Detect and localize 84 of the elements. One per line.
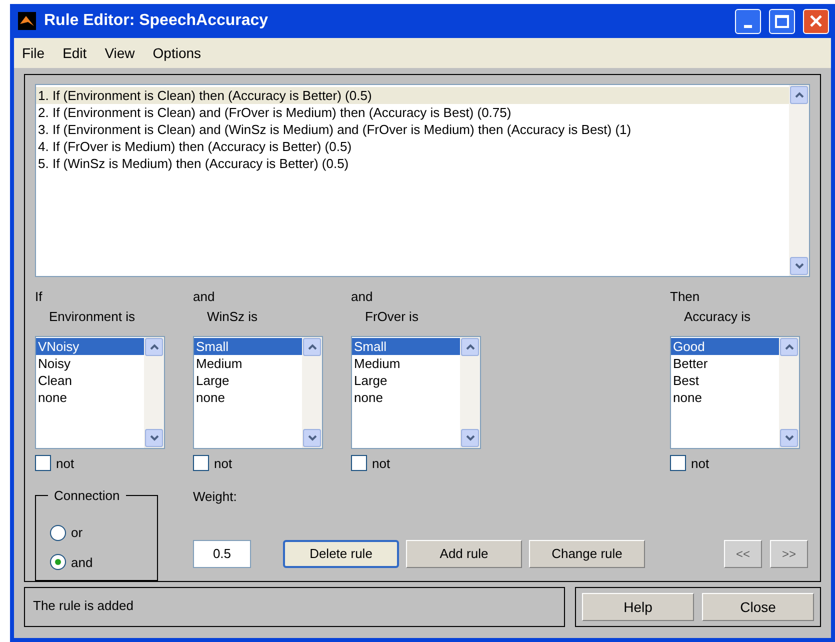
not-label: not — [691, 454, 710, 472]
caret-down-icon — [308, 434, 316, 440]
rule-action-button[interactable]: Add rule — [406, 540, 522, 568]
maximize-button[interactable] — [769, 8, 795, 34]
not-checkbox[interactable] — [35, 455, 51, 472]
caret-up-icon — [784, 344, 794, 350]
variable-label: FrOver is — [365, 308, 418, 326]
scrollbar[interactable] — [789, 85, 809, 276]
close-button[interactable] — [803, 8, 829, 34]
caret-up-icon — [150, 344, 158, 350]
listbox-option[interactable]: Clean — [36, 372, 144, 388]
menu-item[interactable]: Options — [152, 42, 202, 64]
listbox-option[interactable]: none — [352, 388, 460, 406]
connector-label: and — [351, 288, 373, 306]
listbox-option[interactable]: Best — [671, 372, 779, 388]
listbox-option[interactable]: Medium — [194, 354, 302, 372]
minimize-button[interactable] — [735, 8, 761, 34]
not-label: not — [372, 454, 390, 472]
listbox-option[interactable]: Large — [352, 372, 460, 388]
menu-item[interactable]: Edit — [62, 42, 87, 64]
weight-label: Weight: — [193, 488, 237, 506]
scrollbar[interactable] — [302, 336, 322, 448]
connector-label: If — [35, 288, 42, 306]
not-checkbox[interactable] — [193, 455, 209, 472]
rule-item[interactable]: 4. If (FrOver is Medium) then (Accuracy is Better) (0.5) — [36, 138, 789, 155]
scroll-up-button[interactable] — [145, 338, 163, 356]
scroll-down-button[interactable] — [790, 256, 808, 274]
status-text: The rule is added — [33, 598, 134, 613]
scrollbar[interactable] — [779, 336, 799, 448]
radio-button[interactable] — [50, 524, 66, 541]
rule-item[interactable]: 3. If (Environment is Clean) and (WinSz is Medium) and (FrOver is Medium) then (Accuracy is Best) (1) — [36, 121, 789, 138]
not-label: not — [214, 454, 232, 472]
listbox-option[interactable]: Small — [352, 338, 460, 354]
listbox-option[interactable]: Small — [194, 338, 302, 354]
rule-action-button[interactable]: Delete rule — [283, 540, 399, 568]
footer-button[interactable]: Close — [702, 593, 814, 621]
listbox-option[interactable]: Large — [194, 372, 302, 388]
listbox-option[interactable]: none — [671, 388, 779, 406]
not-checkbox[interactable] — [670, 455, 686, 472]
listbox-option[interactable]: VNoisy — [36, 338, 144, 354]
rule-item[interactable]: 1. If (Environment is Clean) then (Accuracy is Better) (0.5) — [36, 87, 789, 104]
scroll-up-button[interactable] — [780, 338, 798, 356]
not-checkbox[interactable] — [351, 455, 367, 472]
scroll-down-button[interactable] — [461, 428, 479, 446]
listbox-option[interactable]: Better — [671, 354, 779, 372]
connector-label: Then — [670, 288, 700, 306]
variable-label: Environment is — [49, 308, 135, 326]
scroll-down-button[interactable] — [145, 428, 163, 446]
scroll-up-button[interactable] — [303, 338, 321, 356]
caret-down-icon — [150, 434, 158, 440]
scroll-down-button[interactable] — [303, 428, 321, 446]
caret-down-icon — [784, 434, 794, 440]
variable-label: WinSz is — [207, 308, 258, 326]
caret-up-icon — [794, 92, 804, 98]
menu-item[interactable]: View — [104, 42, 135, 64]
listbox-option[interactable]: Good — [671, 338, 779, 354]
scrollbar[interactable] — [144, 336, 164, 448]
listbox-option[interactable]: Medium — [352, 354, 460, 372]
footer-button[interactable]: Help — [582, 593, 694, 621]
scroll-down-button[interactable] — [780, 428, 798, 446]
scrollbar[interactable] — [460, 336, 480, 448]
caret-up-icon — [466, 344, 474, 350]
window-title: Rule Editor: SpeechAccuracy — [44, 11, 270, 31]
connector-label: and — [193, 288, 215, 306]
scroll-up-button[interactable] — [790, 86, 808, 104]
rule-item[interactable]: 5. If (WinSz is Medium) then (Accuracy is Better) (0.5) — [36, 155, 789, 172]
listbox-option[interactable]: Noisy — [36, 354, 144, 372]
scroll-up-button[interactable] — [461, 338, 479, 356]
radio-label: and — [71, 554, 93, 572]
rule-item[interactable]: 2. If (Environment is Clean) and (FrOver is Medium) then (Accuracy is Best) (0.75) — [36, 104, 789, 121]
app-logo-icon — [18, 12, 36, 30]
caret-up-icon — [308, 344, 316, 350]
variable-label: Accuracy is — [684, 308, 750, 326]
caret-down-icon — [466, 434, 474, 440]
menu-item[interactable]: File — [22, 42, 45, 64]
radio-button[interactable] — [50, 554, 66, 570]
caret-down-icon — [794, 262, 804, 268]
rule-action-button[interactable]: Change rule — [529, 540, 645, 568]
weight-field[interactable]: 0.5 — [193, 540, 251, 568]
radio-label: or — [71, 524, 83, 542]
close-icon — [810, 15, 822, 27]
not-label: not — [56, 454, 74, 472]
listbox-option[interactable]: none — [36, 388, 144, 406]
listbox-option[interactable]: none — [194, 388, 302, 406]
